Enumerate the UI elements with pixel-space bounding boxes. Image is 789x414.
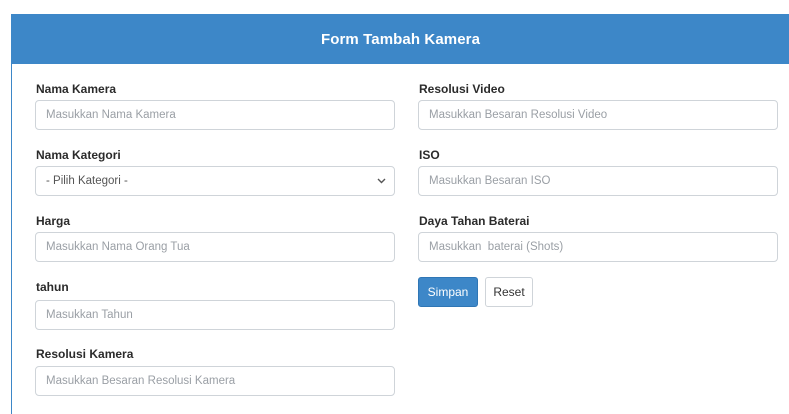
- reset-button[interactable]: Reset: [485, 277, 533, 307]
- resolusi-video-input[interactable]: [418, 100, 778, 130]
- tahun-input[interactable]: [35, 300, 395, 330]
- tahun-label: tahun: [36, 280, 69, 294]
- harga-label: Harga: [36, 214, 71, 228]
- nama-kamera-label: Nama Kamera: [36, 82, 117, 96]
- daya-tahan-baterai-label: Daya Tahan Baterai: [419, 214, 530, 228]
- kategori-selected-value: - Pilih Kategori -: [46, 175, 128, 187]
- form-header: Form Tambah Kamera: [12, 14, 789, 64]
- form-panel: Form Tambah Kamera Nama Kamera Nama Kate…: [11, 14, 789, 414]
- form-title: Form Tambah Kamera: [320, 30, 481, 48]
- nama-kategori-label: Nama Kategori: [36, 148, 121, 162]
- simpan-button[interactable]: Simpan: [418, 277, 478, 307]
- iso-input[interactable]: [418, 166, 778, 196]
- daya-tahan-baterai-input[interactable]: [418, 232, 778, 262]
- nama-kamera-input[interactable]: [35, 100, 395, 130]
- iso-label: ISO: [419, 148, 440, 162]
- resolusi-kamera-input[interactable]: [35, 366, 395, 396]
- kategori-select[interactable]: - Pilih Kategori -: [35, 166, 395, 196]
- harga-input[interactable]: [35, 232, 395, 262]
- resolusi-kamera-label: Resolusi Kamera: [36, 347, 134, 361]
- chevron-down-icon: [376, 176, 386, 186]
- resolusi-video-label: Resolusi Video: [419, 82, 505, 96]
